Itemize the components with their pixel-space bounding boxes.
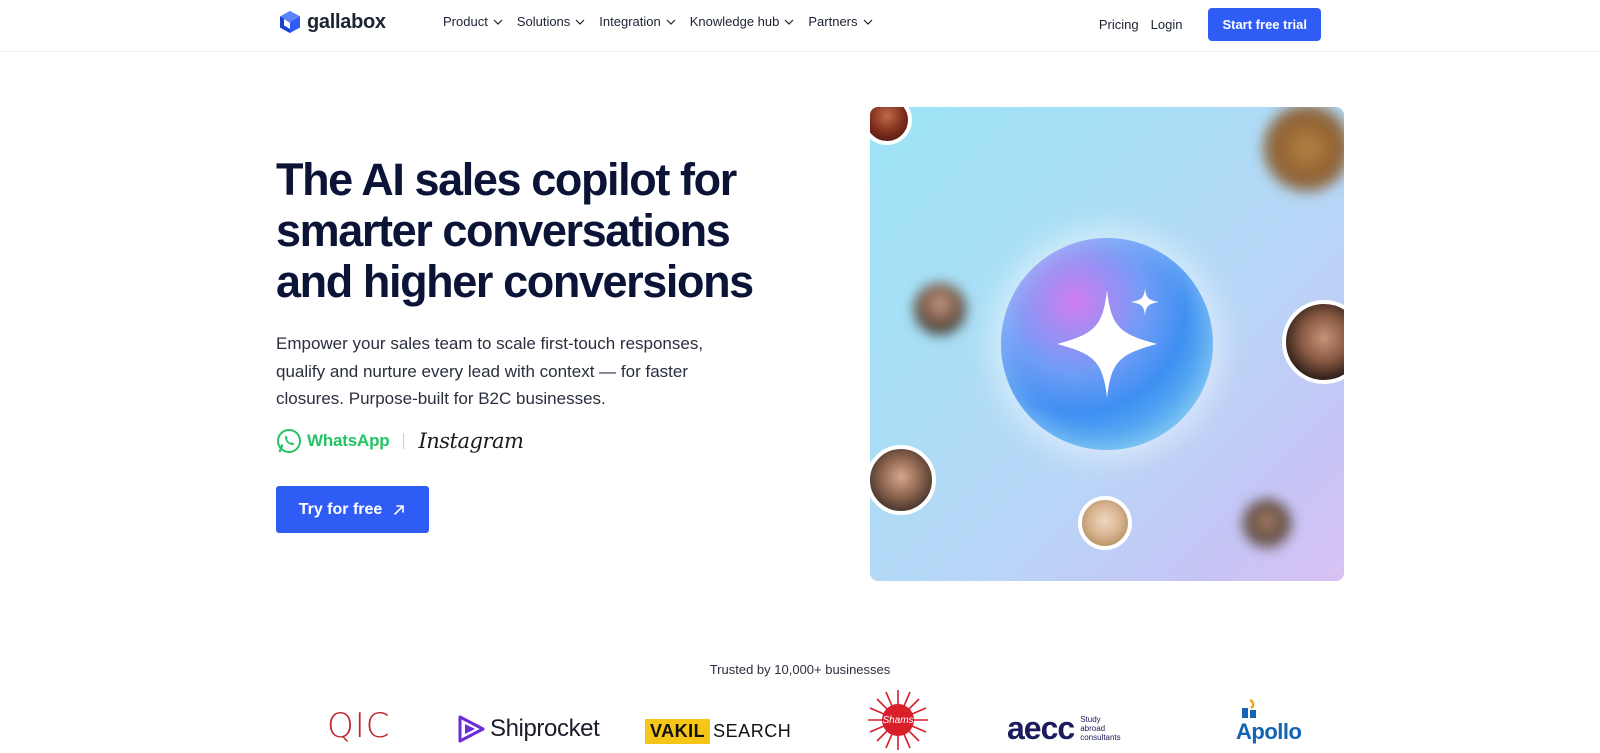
menu-label: Solutions (516, 14, 571, 29)
pricing-link[interactable]: Pricing (1099, 17, 1139, 32)
nav-actions: Pricing Login Start free trial (1099, 8, 1321, 41)
aecc-wordmark: aecc (1007, 710, 1075, 746)
whatsapp-icon (277, 429, 301, 453)
trusted-label: Trusted by 10,000+ businesses (709, 662, 891, 677)
instagram-wordmark: Instagram (418, 429, 524, 453)
shiprocket-logo: Shiprocket (456, 714, 600, 744)
menu-knowledge-hub[interactable]: Knowledge hub (690, 14, 795, 29)
menu-partners[interactable]: Partners (808, 14, 872, 29)
menu-label: Integration (599, 14, 661, 29)
menu-product[interactable]: Product (443, 14, 503, 29)
avatar (1078, 496, 1132, 550)
start-free-trial-button[interactable]: Start free trial (1208, 8, 1321, 41)
chevron-down-icon (666, 19, 676, 25)
menu-integration[interactable]: Integration (599, 14, 676, 29)
client-logos: QIC Shiprocket VAKIL SEARCH Shams aecc S… (0, 690, 1600, 753)
hero-visual (870, 107, 1344, 581)
vakilsearch-logo: VAKIL SEARCH (645, 719, 794, 744)
qic-wordmark: QIC (327, 706, 391, 746)
chevron-down-icon (784, 19, 794, 25)
main-menu: Product Solutions Integration Knowledge … (443, 14, 873, 29)
channel-list: WhatsApp Instagram (276, 428, 524, 454)
menu-label: Knowledge hub (689, 14, 780, 29)
avatar (1282, 300, 1344, 384)
qic-logo: QIC (327, 706, 391, 746)
brand-name: gallabox (307, 10, 386, 33)
avatar (1262, 107, 1344, 193)
apollo-emblem-icon (1242, 698, 1256, 718)
ai-orb (1001, 238, 1213, 450)
sparkle-icon (1057, 288, 1159, 398)
shams-logo: Shams (866, 688, 930, 752)
whatsapp-badge: WhatsApp (276, 428, 390, 454)
top-nav: gallabox Product Solutions Integration K… (0, 0, 1600, 52)
menu-label: Product (443, 14, 488, 29)
search-wordmark: SEARCH (713, 721, 792, 741)
avatar (870, 107, 912, 145)
shiprocket-play-icon (458, 715, 485, 743)
shiprocket-wordmark: Shiprocket (490, 715, 600, 742)
apollo-wordmark: Apollo (1236, 719, 1302, 744)
hero-subtitle: Empower your sales team to scale first-t… (276, 334, 704, 408)
hero-title: The AI sales copilot for smarter convers… (276, 154, 754, 307)
logo-cube-icon (280, 11, 300, 33)
aecc-logo: aecc Study abroad consultants (1007, 710, 1124, 747)
login-link[interactable]: Login (1151, 17, 1183, 32)
apollo-logo: Apollo (1236, 698, 1302, 744)
try-for-free-button[interactable]: Try for free (276, 486, 429, 533)
menu-label: Partners (808, 14, 858, 29)
try-for-free-label: Try for free (298, 500, 383, 518)
channel-divider (403, 433, 405, 449)
aecc-tagline: Study abroad consultants (1080, 715, 1121, 742)
avatar (914, 283, 966, 335)
chevron-down-icon (863, 19, 872, 25)
vakil-wordmark: VAKIL (645, 719, 711, 744)
shams-wordmark: Shams (882, 714, 914, 726)
arrow-up-right-icon (394, 504, 405, 515)
avatar (1242, 499, 1292, 549)
chevron-down-icon (575, 19, 585, 25)
brand-logo[interactable]: gallabox (279, 10, 386, 34)
whatsapp-label: WhatsApp (307, 431, 390, 450)
chevron-down-icon (493, 19, 503, 25)
avatar (870, 445, 936, 515)
menu-solutions[interactable]: Solutions (517, 14, 585, 29)
